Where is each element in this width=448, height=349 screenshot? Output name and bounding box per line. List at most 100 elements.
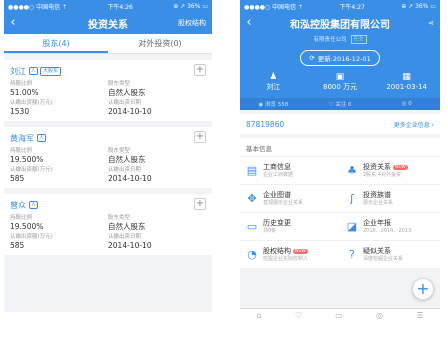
nav-bar: ‹ 和泓控股集团有限公司 ⋖ xyxy=(240,12,440,34)
follow-button[interactable]: ♡ 关注 0 xyxy=(307,100,374,108)
feature-title: 企业图谱 xyxy=(263,190,291,199)
field-value: 1530 xyxy=(10,107,30,116)
feature-pedigree[interactable]: ʃ 投资族谱 展示企业关系 xyxy=(340,185,440,213)
menu-icon[interactable]: ☰ xyxy=(416,311,423,320)
feature-desc: 共0条 xyxy=(263,227,277,234)
business-info-icon: ▤ xyxy=(246,163,258,177)
feature-desc: 挖掘企业实际控制人 xyxy=(263,255,309,262)
equity-structure-link[interactable]: 股权结构 xyxy=(178,18,212,28)
tab-outbound-investment[interactable]: 对外投资(0) xyxy=(108,34,212,53)
field-label: 认缴出资额(万元) xyxy=(10,234,53,240)
back-icon[interactable]: ‹ xyxy=(4,12,22,34)
major-shareholder-badge: 大股东 xyxy=(40,66,62,76)
bottom-tab-bar: ⌂ ♡ ▭ ◎ ☰ xyxy=(240,308,440,322)
feature-title: 股权结构 xyxy=(263,246,291,255)
clock: 下午4:27 xyxy=(339,3,365,11)
update-label: 更新:2016-12-01 xyxy=(317,55,371,63)
field-value: 自然人股东 xyxy=(108,155,146,164)
battery-indicator: ⊕ ↗ 36% ▭ xyxy=(401,2,436,10)
person-icon: ♟ xyxy=(269,72,278,82)
clock: 下午4:26 xyxy=(107,3,133,11)
field-value: 19.500% xyxy=(10,222,44,231)
annual-report-icon: ◪ xyxy=(346,219,358,233)
back-icon[interactable]: ‹ xyxy=(240,12,258,34)
person-tag-icon: 人 xyxy=(37,134,46,142)
field-label: 股东类型 xyxy=(108,215,131,221)
field-value: 51.00% xyxy=(10,88,39,97)
field-label: 认缴出资日期 xyxy=(108,100,142,106)
feature-annual-report[interactable]: ◪ 企业年报 2016、2014、2013 xyxy=(340,213,440,241)
add-icon[interactable]: + xyxy=(194,198,206,210)
metrics-bar: ◉ 浏览 558 ♡ 关注 0 ◎ 0 xyxy=(240,98,440,110)
graph-icon: ✥ xyxy=(247,191,257,205)
feature-desc: 企业工商数据 xyxy=(263,171,294,178)
established-date: ▦ 2001-03-14 xyxy=(373,72,440,92)
field-value: 自然人股东 xyxy=(108,222,146,231)
field-value: 2014-10-10 xyxy=(108,174,152,183)
stat-value: 2001-03-14 xyxy=(386,83,428,91)
battery-indicator: ⊕ ↗ 36% ▭ xyxy=(173,2,208,10)
field-value: 19.500% xyxy=(10,155,44,164)
status-badge: 在业 xyxy=(350,34,367,44)
money-icon: ▣ xyxy=(335,72,345,82)
feature-suspected[interactable]: ? 疑似关系 深度挖掘企业关系 xyxy=(340,241,440,269)
shareholder-name[interactable]: 刘江 xyxy=(10,66,26,77)
legal-representative[interactable]: ♟ 刘江 xyxy=(240,72,307,92)
field-value: 585 xyxy=(10,241,25,250)
feature-business-info[interactable]: ▤ 工商信息 企业工商数据 xyxy=(240,157,340,185)
feature-desc: 2股东,4对外投资 xyxy=(363,171,401,178)
field-label: 股东类型 xyxy=(108,81,131,87)
field-label: 认缴出资额(万元) xyxy=(10,100,53,106)
carrier-text: ●●●●○ 中国电信 ⇡ xyxy=(8,3,68,11)
pedigree-icon: ʃ xyxy=(350,191,354,205)
shareholder-card[interactable]: 刘江 人 大股东 + 持股比例 51.00% 股东类型 自然人股东 认缴出资额(万元… xyxy=(4,60,212,121)
company-name: 和泓控股集团有限公司 xyxy=(290,19,390,31)
new-badge: NEW xyxy=(393,164,408,170)
feature-desc: 展示企业关系 xyxy=(363,199,394,206)
contact-row: 87819860 更多企业信息 › xyxy=(240,114,440,134)
stat-value: 8000 万元 xyxy=(322,83,358,91)
card-icon[interactable]: ▭ xyxy=(335,311,343,320)
phone-number[interactable]: 87819860 xyxy=(246,120,284,129)
add-icon[interactable]: + xyxy=(194,131,206,143)
feature-investment[interactable]: ♣ 投资关系 NEW 2股东,4对外投资 xyxy=(340,157,440,185)
heart-icon[interactable]: ♡ xyxy=(295,311,302,320)
control-icon: ? xyxy=(349,247,355,261)
feature-title: 工商信息 xyxy=(263,162,291,171)
target-icon[interactable]: ◎ xyxy=(376,311,383,320)
shareholder-card[interactable]: 黄海军 人 + 持股比例 19.500% 股东类型 自然人股东 认缴出资额(万元) 5… xyxy=(4,127,212,188)
field-value: 自然人股东 xyxy=(108,88,146,97)
field-label: 认缴出资额(万元) xyxy=(10,167,53,173)
field-value: 2014-10-10 xyxy=(108,241,152,250)
feature-history[interactable]: ▭ 历史变更 共0条 xyxy=(240,213,340,241)
field-label: 持股比例 xyxy=(10,148,33,154)
feature-graph[interactable]: ✥ 企业图谱 直观展示企业关系 xyxy=(240,185,340,213)
shareholder-card[interactable]: 曾众 人 + 持股比例 19.500% 股东类型 自然人股东 认缴出资额(万元) 58… xyxy=(4,194,212,255)
status-bar: ●●●●○ 中国电信 ⇡ 下午4:27 ⊕ ↗ 36% ▭ xyxy=(240,0,440,12)
feature-title: 疑似关系 xyxy=(363,246,391,255)
more-info-link[interactable]: 更多企业信息 › xyxy=(394,120,434,129)
calendar-icon: ▦ xyxy=(402,72,411,82)
field-value: 585 xyxy=(10,174,25,183)
add-icon[interactable]: + xyxy=(194,64,206,76)
person-tag-icon: 人 xyxy=(29,67,38,75)
field-label: 持股比例 xyxy=(10,81,33,87)
update-button[interactable]: ⟳ 更新:2016-12-01 xyxy=(300,50,380,66)
add-fab-button[interactable]: + xyxy=(412,278,434,300)
feature-desc: 深度挖掘企业关系 xyxy=(363,255,404,262)
feature-equity[interactable]: ◔ 股权结构 NEW 挖掘企业实际控制人 xyxy=(240,241,340,269)
company-detail-screen: ●●●●○ 中国电信 ⇡ 下午4:27 ⊕ ↗ 36% ▭ ‹ 和泓控股集团有限… xyxy=(240,0,440,322)
shareholder-name[interactable]: 黄海军 xyxy=(10,133,34,144)
history-icon: ▭ xyxy=(246,219,258,233)
status-bar: ●●●●○ 中国电信 ⇡ 下午4:26 ⊕ ↗ 36% ▭ xyxy=(4,0,212,12)
company-type: 有限责任公司 xyxy=(313,37,347,43)
investment-icon: ♣ xyxy=(347,163,357,177)
tab-bar: 股东(4) 对外投资(0) xyxy=(4,34,212,54)
shareholder-name[interactable]: 曾众 xyxy=(10,200,26,211)
section-title: 基本信息 xyxy=(240,138,440,157)
views-count: ◉ 浏览 558 xyxy=(258,102,289,108)
share-icon[interactable]: ⋖ xyxy=(428,19,440,27)
tab-shareholders[interactable]: 股东(4) xyxy=(4,34,108,53)
feature-title: 投资族谱 xyxy=(363,190,391,199)
home-icon[interactable]: ⌂ xyxy=(257,311,262,320)
